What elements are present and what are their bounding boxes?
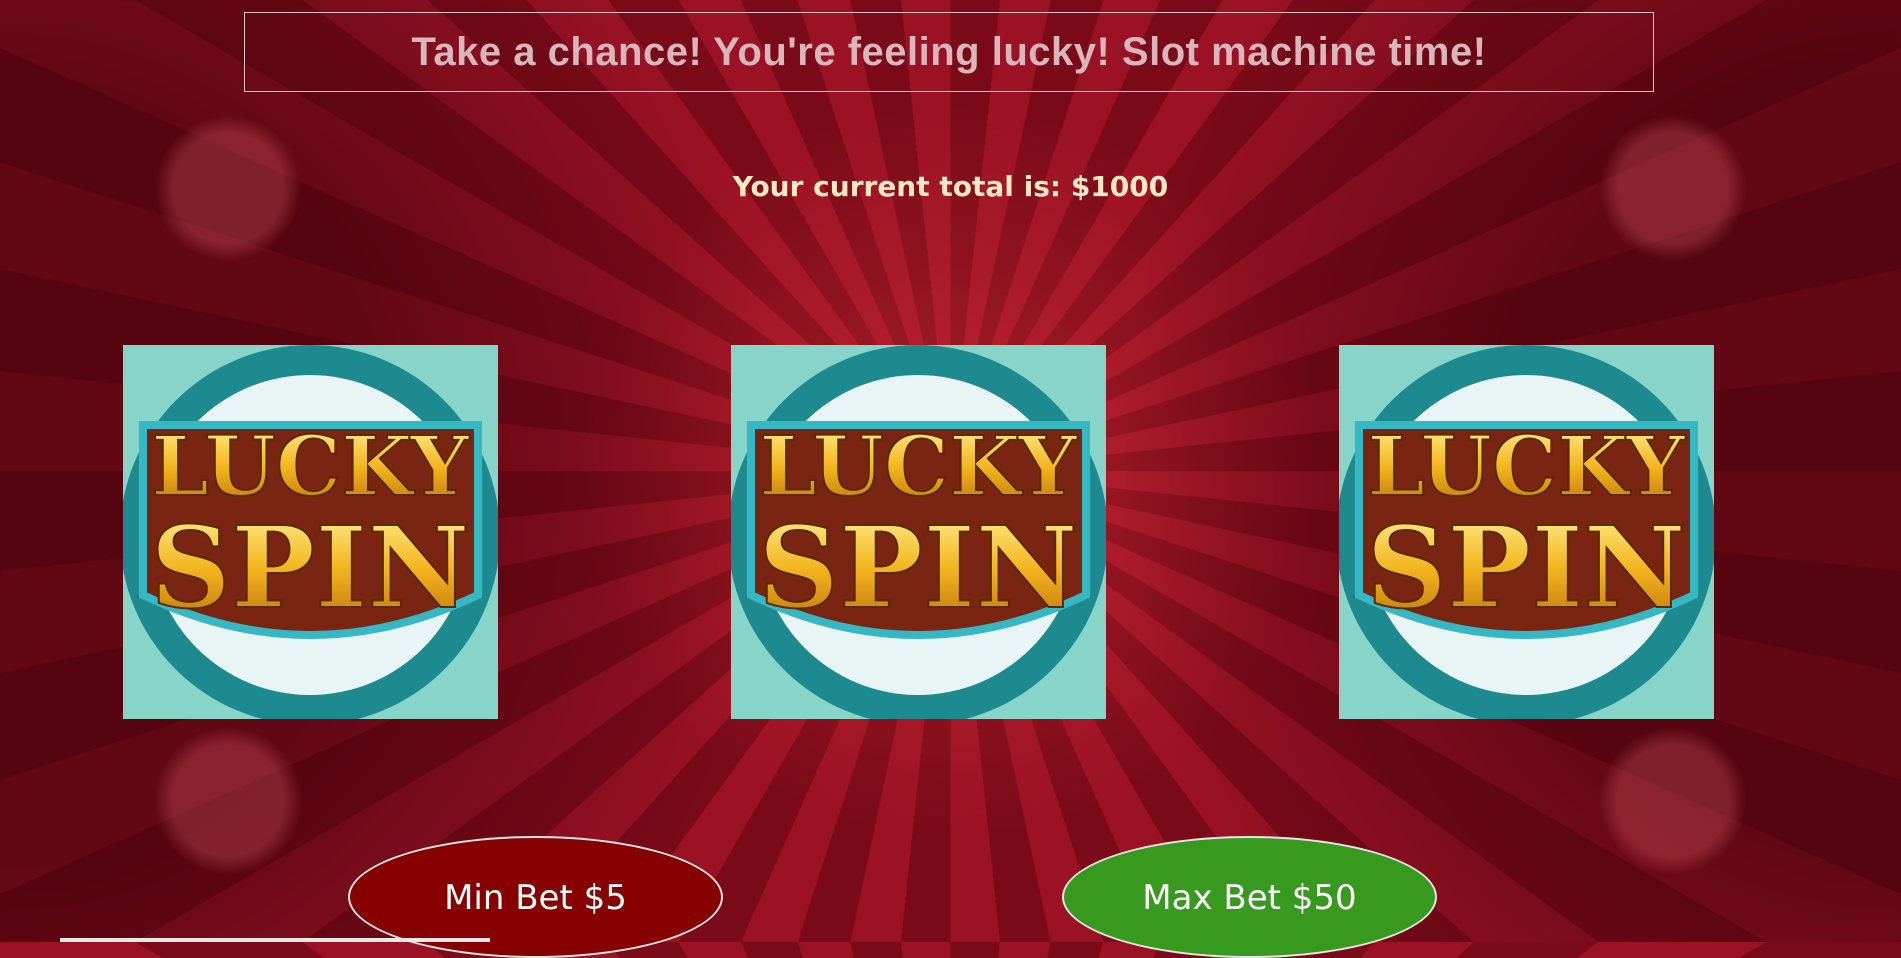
slot-reel-3: LUCKY SPIN	[1339, 345, 1714, 719]
reel-line2: SPIN	[150, 503, 470, 634]
scrollbar[interactable]	[60, 938, 490, 942]
slot-reel-2: LUCKY SPIN	[731, 345, 1106, 719]
reel-line2: SPIN	[758, 503, 1078, 634]
lucky-spin-logo-icon: LUCKY SPIN	[123, 345, 498, 719]
reel-line1: LUCKY	[151, 419, 470, 515]
reel-line1: LUCKY	[759, 419, 1078, 515]
lucky-spin-logo-icon: LUCKY SPIN	[731, 345, 1106, 719]
title-banner: Take a chance! You're feeling lucky! Slo…	[244, 12, 1654, 92]
reel-line2: SPIN	[1366, 503, 1686, 634]
current-total: Your current total is: $1000	[732, 170, 1169, 203]
page-title: Take a chance! You're feeling lucky! Slo…	[411, 29, 1487, 74]
reel-line1: LUCKY	[1367, 419, 1686, 515]
slot-reel-1: LUCKY SPIN	[123, 345, 498, 719]
max-bet-button[interactable]: Max Bet $50	[1062, 836, 1437, 958]
lucky-spin-logo-icon: LUCKY SPIN	[1339, 345, 1714, 719]
